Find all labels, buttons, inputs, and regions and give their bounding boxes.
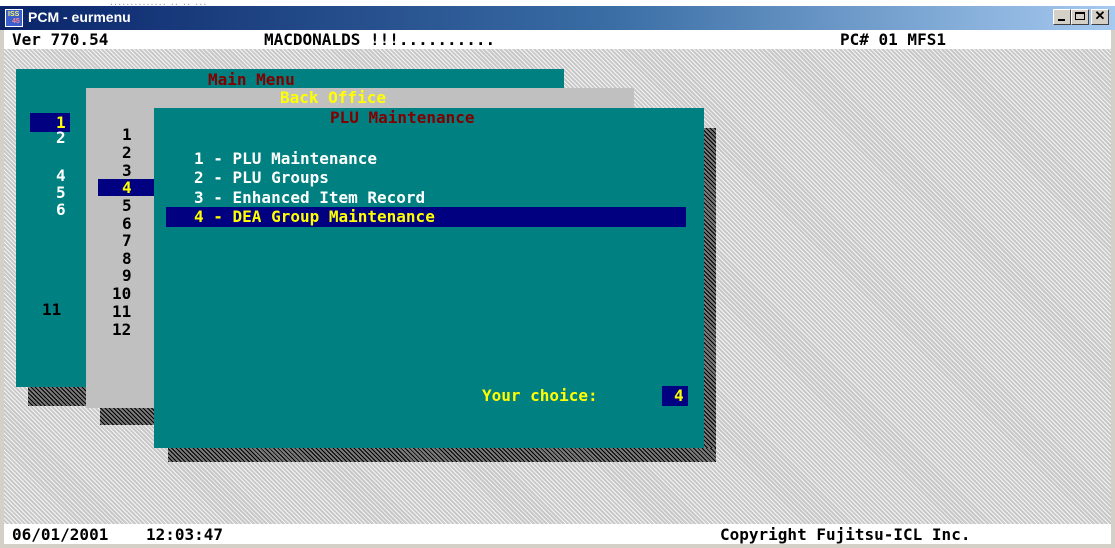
back-office-item-9[interactable]: 9 (122, 266, 132, 286)
bottom-status-line: 06/01/2001 12:03:47 Copyright Fujitsu-IC… (4, 524, 1111, 544)
back-office-item-1[interactable]: 1 (122, 125, 132, 145)
back-office-item-5[interactable]: 5 (122, 196, 132, 216)
maximize-icon (1075, 12, 1085, 20)
date-label: 06/01/2001 (12, 525, 109, 544)
app-icon[interactable]: ISS 45 (5, 9, 23, 27)
terminal-screen: Ver 770.54 MACDONALDS !!!.......... PC# … (4, 30, 1111, 544)
main-menu-title: Main Menu (208, 70, 295, 89)
back-office-item-10[interactable]: 10 (112, 284, 131, 304)
close-icon: ✕ (1094, 8, 1106, 23)
plu-option-3[interactable]: 3 - Enhanced Item Record (194, 188, 425, 208)
main-menu-item-11[interactable]: 11 (42, 300, 61, 320)
app-icon-text-bottom: 45 (12, 18, 20, 25)
plu-option-4[interactable]: 4 - DEA Group Maintenance (194, 207, 435, 227)
plu-option-1[interactable]: 1 - PLU Maintenance (194, 149, 377, 169)
main-menu-item-6[interactable]: 6 (56, 200, 66, 220)
store-name: MACDONALDS !!!.......... (264, 30, 496, 49)
window-title: PCM - eurmenu (28, 9, 131, 25)
copyright-label: Copyright Fujitsu-ICL Inc. (720, 525, 971, 544)
plu-maintenance-title: PLU Maintenance (330, 108, 475, 127)
main-menu-item-2[interactable]: 2 (56, 128, 66, 148)
time-label: 12:03:47 (146, 525, 224, 544)
pc-id: PC# 01 MFS1 (840, 30, 946, 49)
plu-maintenance-panel: PLU Maintenance 1 - PLU Maintenance 2 - … (154, 108, 704, 448)
minimize-button[interactable] (1053, 9, 1071, 25)
plu-option-2[interactable]: 2 - PLU Groups (194, 168, 329, 188)
maximize-button[interactable] (1071, 9, 1089, 25)
plu-shadow-bottom (168, 448, 716, 462)
back-office-item-2[interactable]: 2 (122, 143, 132, 163)
status-line: Ver 770.54 MACDONALDS !!!.......... PC# … (4, 30, 1111, 49)
plu-shadow-right (704, 128, 716, 462)
back-office-title: Back Office (280, 88, 386, 107)
version-label: Ver 770.54 (12, 30, 109, 49)
back-office-item-12[interactable]: 12 (112, 320, 131, 340)
close-button[interactable]: ✕ (1091, 8, 1109, 25)
title-bar[interactable]: ISS 45 PCM - eurmenu ✕ (0, 6, 1115, 30)
choice-input[interactable]: 4 (674, 386, 684, 406)
back-office-item-7[interactable]: 7 (122, 231, 132, 251)
choice-label: Your choice: (482, 386, 598, 405)
back-office-item-11[interactable]: 11 (112, 302, 131, 322)
minimize-icon (1058, 19, 1065, 21)
app-icon-text-top: ISS (8, 11, 20, 18)
back-office-item-4[interactable]: 4 (122, 178, 132, 198)
console-window: ISS 45 PCM - eurmenu ✕ Ver 770.54 MACDON… (0, 6, 1115, 548)
